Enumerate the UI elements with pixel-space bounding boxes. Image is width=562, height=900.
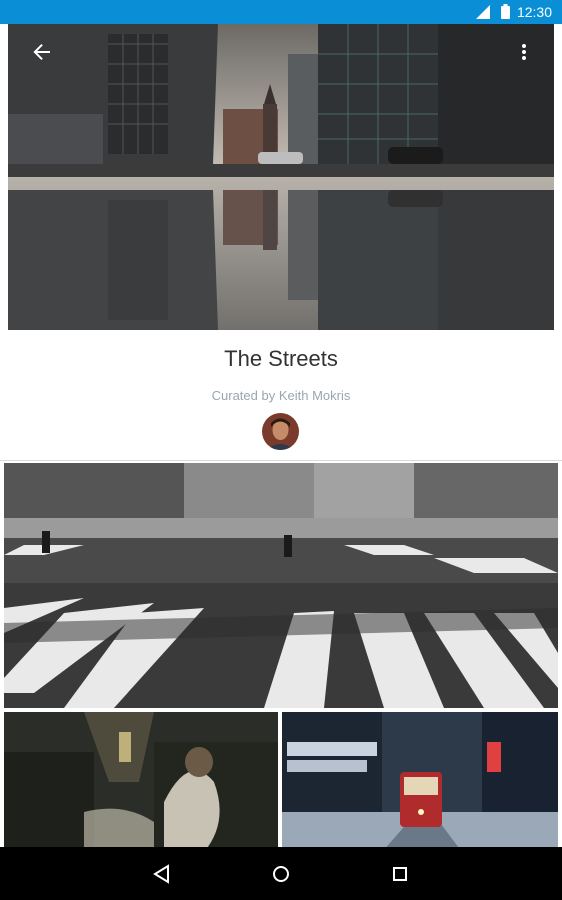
signal-icon xyxy=(476,5,490,19)
photo-train-interior[interactable] xyxy=(4,712,278,852)
curator-label[interactable]: Curated by Keith Mokris xyxy=(0,388,562,403)
nav-home-button[interactable] xyxy=(266,859,296,889)
navigation-bar xyxy=(0,847,562,900)
divider xyxy=(0,460,562,461)
nav-recents-button[interactable] xyxy=(385,859,415,889)
battery-icon xyxy=(501,4,510,19)
nav-recents-icon xyxy=(393,867,407,881)
nav-home-icon xyxy=(273,866,289,882)
nav-back-button[interactable] xyxy=(147,859,177,889)
status-bar: 12:30 xyxy=(0,0,562,24)
more-vert-icon xyxy=(522,44,526,60)
hero-image xyxy=(8,24,554,330)
back-button[interactable] xyxy=(22,32,62,72)
status-time: 12:30 xyxy=(516,4,552,20)
more-options-button[interactable] xyxy=(504,32,544,72)
nav-back-icon xyxy=(153,864,169,884)
collection-title: The Streets xyxy=(224,346,338,371)
photo-crosswalk[interactable] xyxy=(4,463,558,708)
curator-avatar[interactable] xyxy=(262,413,299,450)
photo-streetcar[interactable] xyxy=(282,712,558,852)
arrow-back-icon xyxy=(33,44,50,60)
